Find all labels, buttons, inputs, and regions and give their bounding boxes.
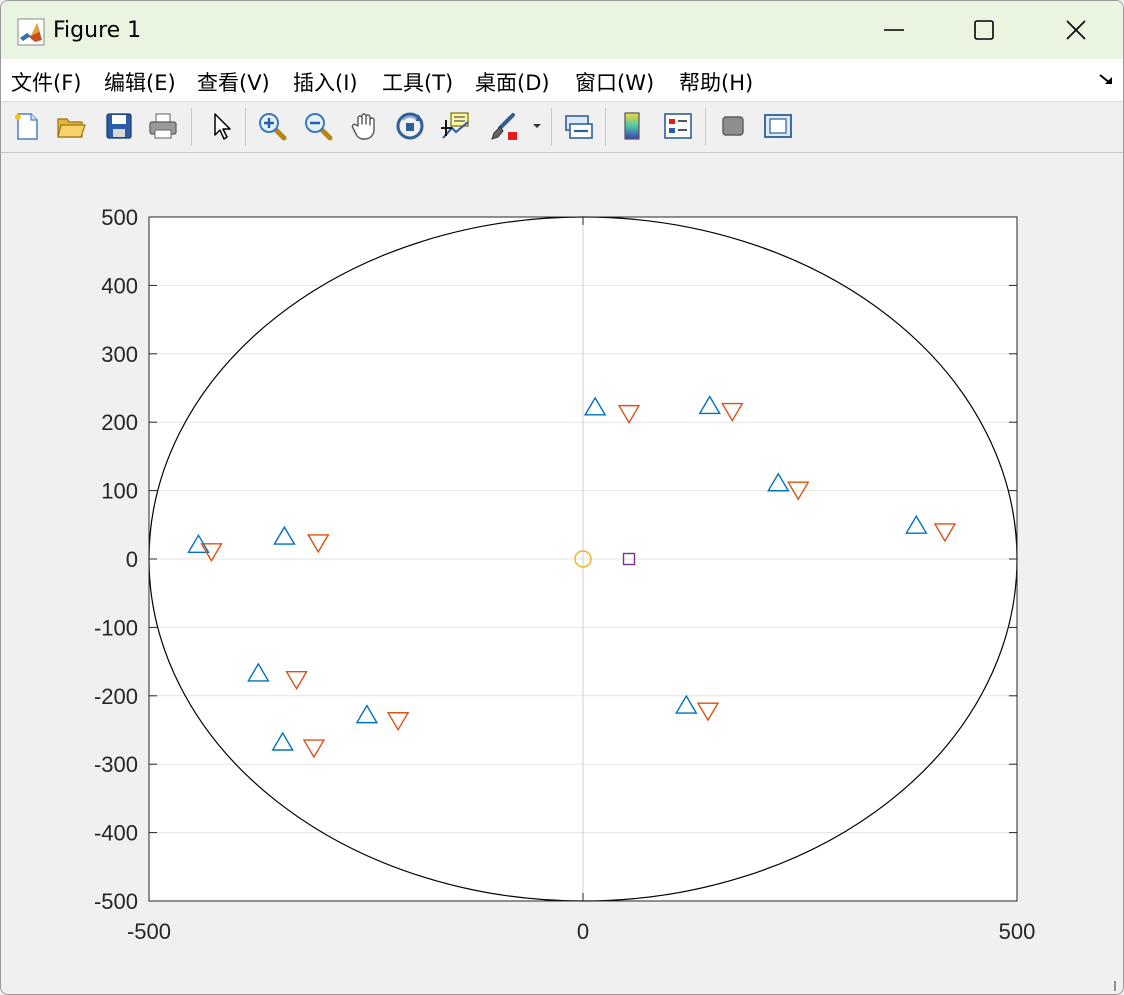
- menu-view[interactable]: 查看(V): [197, 67, 270, 97]
- x-tick-label: 500: [999, 919, 1036, 944]
- print-button[interactable]: [145, 108, 181, 144]
- toolbar-separator: [605, 108, 606, 146]
- colorbar-button[interactable]: [614, 108, 650, 144]
- print-icon: [149, 113, 177, 139]
- menu-window[interactable]: 窗口(W): [575, 67, 654, 97]
- pan-button[interactable]: [347, 108, 383, 144]
- hide-plot-tools-button[interactable]: [715, 108, 751, 144]
- zoom-out-button[interactable]: [300, 108, 336, 144]
- menu-insert[interactable]: 插入(I): [293, 67, 358, 97]
- figure-canvas[interactable]: 500 400 300 200 100 0 -100 -200 -300 -400 -500 -500…: [1, 153, 1123, 994]
- toolbar-separator: [191, 108, 192, 146]
- data-cursor-button[interactable]: [438, 108, 474, 144]
- x-tick-label: -500: [127, 919, 171, 944]
- brush-icon: [491, 113, 517, 140]
- data-cursor-icon: [441, 112, 469, 139]
- y-tick-label: 500: [101, 205, 138, 230]
- resize-grip-icon[interactable]: [1113, 981, 1121, 991]
- zoom-in-button[interactable]: [254, 108, 290, 144]
- show-plot-tools-button[interactable]: [760, 108, 796, 144]
- brush-dropdown-button[interactable]: [527, 108, 547, 144]
- legend-button[interactable]: [660, 108, 696, 144]
- y-tick-label: -200: [94, 684, 138, 709]
- hide-plot-tools-icon: [722, 116, 744, 136]
- figure-toolbar: [1, 102, 1123, 153]
- title-bar[interactable]: Figure 1: [1, 1, 1123, 59]
- y-tick-label: 400: [101, 273, 138, 298]
- close-button[interactable]: [1031, 1, 1121, 59]
- rotate-3d-icon: [396, 112, 424, 140]
- toolbar-separator: [705, 108, 706, 146]
- y-tick-label: 200: [101, 410, 138, 435]
- brush-dropdown-icon: [533, 124, 541, 128]
- undock-arrow-icon[interactable]: [1097, 69, 1115, 89]
- maximize-button[interactable]: [939, 1, 1029, 59]
- link-plot-button[interactable]: [560, 108, 596, 144]
- minimize-icon: [884, 29, 904, 31]
- rotate-3d-button[interactable]: [392, 108, 428, 144]
- pan-hand-icon: [351, 113, 375, 140]
- legend-icon: [664, 113, 692, 139]
- link-plot-icon: [565, 115, 593, 139]
- y-tick-label: 100: [101, 479, 138, 504]
- show-plot-tools-icon: [764, 114, 792, 138]
- open-file-icon: [57, 118, 86, 138]
- y-tick-label: -400: [94, 821, 138, 846]
- edit-plot-button[interactable]: [203, 108, 239, 144]
- y-tick-label: -100: [94, 615, 138, 640]
- zoom-out-icon: [305, 113, 333, 141]
- brush-button[interactable]: [485, 108, 521, 144]
- colorbar-icon: [624, 112, 640, 140]
- menu-help[interactable]: 帮助(H): [679, 67, 753, 97]
- save-button[interactable]: [101, 108, 137, 144]
- new-figure-icon: [15, 113, 38, 140]
- zoom-in-icon: [259, 113, 287, 141]
- window-title: Figure 1: [53, 18, 142, 43]
- toolbar-separator: [245, 108, 246, 146]
- y-tick-label: 300: [101, 342, 138, 367]
- menu-tools[interactable]: 工具(T): [382, 67, 453, 97]
- new-figure-button[interactable]: [9, 108, 45, 144]
- menu-edit[interactable]: 编辑(E): [104, 67, 176, 97]
- y-tick-label: -500: [94, 889, 138, 914]
- menu-desktop[interactable]: 桌面(D): [475, 67, 550, 97]
- minimize-button[interactable]: [849, 1, 939, 59]
- matlab-logo-icon: [17, 18, 45, 46]
- y-tick-label: -300: [94, 752, 138, 777]
- edit-plot-pointer-icon: [214, 113, 231, 140]
- menu-file[interactable]: 文件(F): [11, 67, 81, 97]
- toolbar-separator: [551, 108, 552, 146]
- maximize-icon: [974, 20, 994, 40]
- x-tick-label: 0: [577, 919, 589, 944]
- close-icon: [1066, 20, 1086, 40]
- menu-bar: 文件(F) 编辑(E) 查看(V) 插入(I) 工具(T) 桌面(D) 窗口(W…: [1, 59, 1123, 102]
- y-tick-label: 0: [126, 547, 138, 572]
- open-file-button[interactable]: [53, 108, 89, 144]
- figure-window: Figure 1 文件(F) 编辑(E) 查看(V) 插入(I) 工具(T) 桌…: [0, 0, 1124, 995]
- save-icon: [106, 113, 132, 139]
